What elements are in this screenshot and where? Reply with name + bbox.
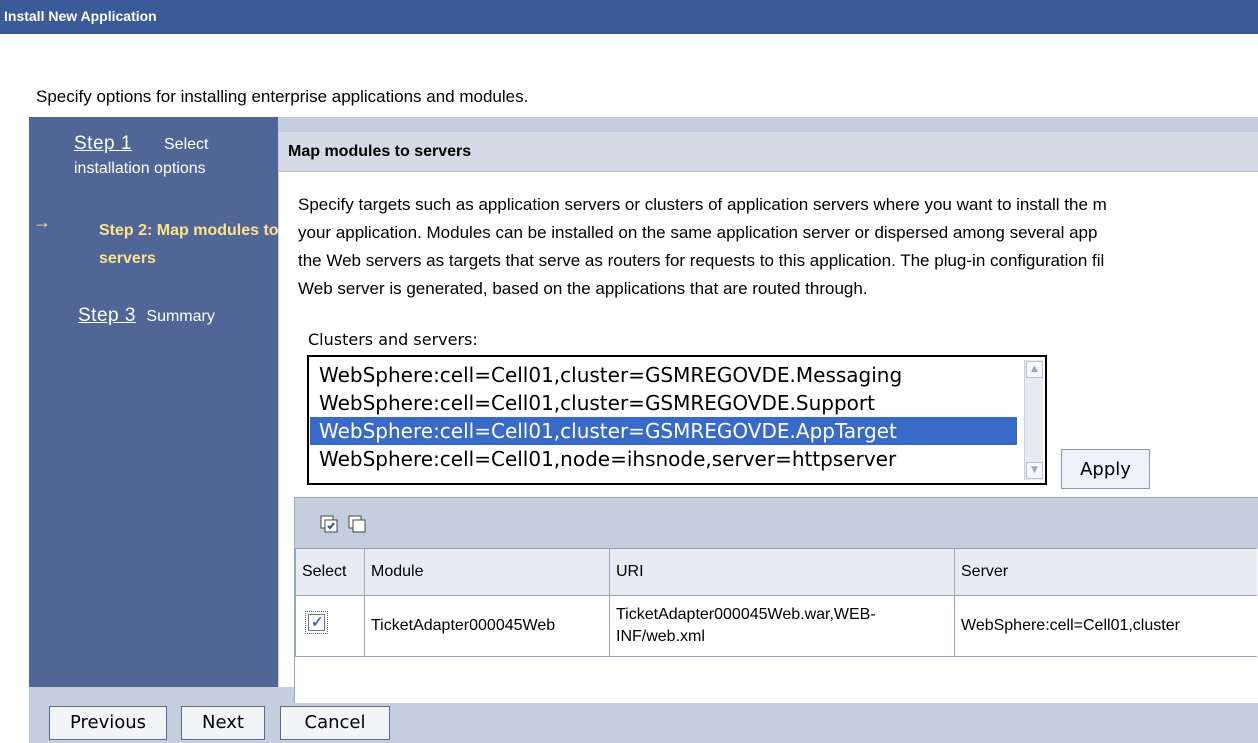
cluster-option-selected[interactable]: WebSphere:cell=Cell01,cluster=GSMREGOVDE… (310, 417, 1017, 445)
check-icon: ✓ (311, 614, 324, 631)
clusters-label: Clusters and servers: (308, 330, 478, 349)
cluster-option[interactable]: WebSphere:cell=Cell01,node=ihsnode,serve… (310, 445, 1017, 473)
apply-button[interactable]: Apply (1061, 449, 1150, 489)
description-line: your application. Modules can be install… (298, 223, 1098, 242)
column-header-server: Server (954, 548, 1257, 596)
column-header-select: Select (295, 548, 365, 596)
row-select-checkbox[interactable]: ✓ (305, 611, 328, 634)
step-1: Step 1 Select installation options (74, 132, 264, 181)
uri-line: INF/web.xml (616, 628, 705, 645)
table-header-row: Select Module URI Server (295, 548, 1257, 596)
step-3: Step 3 Summary (78, 304, 215, 329)
cancel-button[interactable]: Cancel (280, 706, 390, 740)
table-row: ✓ TicketAdapter000045Web TicketAdapter00… (295, 595, 1257, 657)
cluster-option[interactable]: WebSphere:cell=Cell01,cluster=GSMREGOVDE… (310, 361, 1017, 389)
description-line: the Web servers as targets that serve as… (298, 251, 1105, 270)
deselect-all-icon[interactable] (348, 515, 366, 533)
next-button[interactable]: Next (181, 706, 265, 740)
table-toolbar (295, 498, 1258, 548)
step-1-link[interactable]: Step 1 (74, 133, 132, 154)
scroll-down-icon[interactable]: ▼ (1026, 462, 1043, 479)
column-header-uri: URI (609, 548, 955, 596)
scroll-up-icon[interactable]: ▲ (1026, 361, 1043, 378)
listbox-scrollbar[interactable]: ▲ ▼ (1024, 360, 1043, 480)
table-grid: Select Module URI Server ✓ TicketAdapter… (295, 548, 1257, 657)
select-all-icon[interactable] (320, 515, 338, 533)
window-title: Install New Application (0, 0, 1258, 34)
column-header-module: Module (364, 548, 610, 596)
select-cell: ✓ (295, 595, 365, 657)
clusters-listbox[interactable]: WebSphere:cell=Cell01,cluster=GSMREGOVDE… (307, 355, 1047, 485)
module-mapping-table: Select Module URI Server ✓ TicketAdapter… (294, 497, 1258, 704)
current-step-arrow-icon: → (33, 212, 51, 232)
section-heading: Map modules to servers (279, 132, 1258, 172)
cluster-option[interactable]: WebSphere:cell=Cell01,cluster=GSMREGOVDE… (310, 389, 1017, 417)
step-2-current: Step 2: Map modules to servers (99, 222, 279, 267)
step-3-label: Summary (146, 308, 215, 325)
server-cell: WebSphere:cell=Cell01,cluster (954, 595, 1257, 657)
previous-button[interactable]: Previous (49, 706, 167, 740)
module-cell: TicketAdapter000045Web (364, 595, 610, 657)
uri-line: TicketAdapter000045Web.war,WEB- (616, 606, 876, 623)
intro-text: Specify options for installing enterpris… (36, 87, 529, 106)
wizard-steps-sidebar: Step 1 Select installation options Step … (29, 117, 279, 687)
step-3-link[interactable]: Step 3 (78, 305, 136, 326)
uri-cell: TicketAdapter000045Web.war,WEB- INF/web.… (609, 595, 955, 657)
description-line: Specify targets such as application serv… (298, 195, 1107, 214)
description: Specify targets such as application serv… (298, 191, 1258, 303)
description-line: Web server is generated, based on the ap… (298, 279, 868, 298)
